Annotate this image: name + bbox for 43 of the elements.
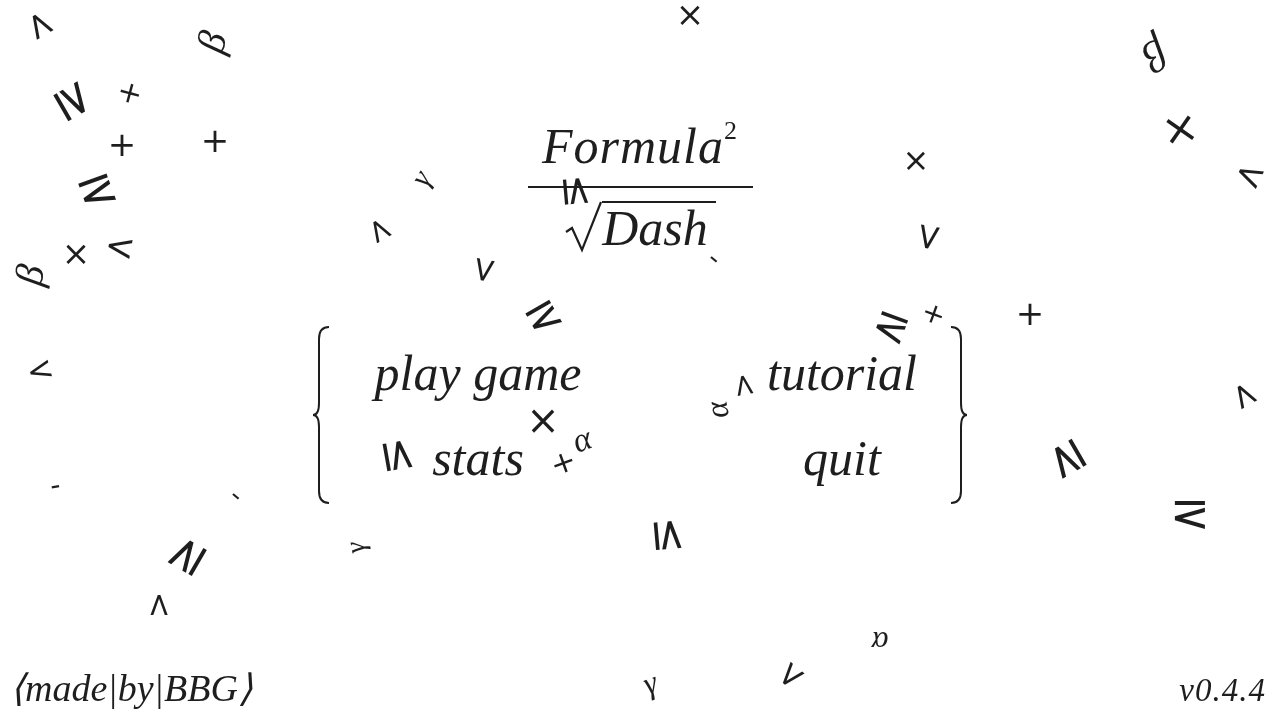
- math-symbol: ≥: [156, 526, 214, 584]
- math-symbol: <: [23, 352, 57, 388]
- math-symbol: γ: [639, 667, 661, 699]
- math-symbol: α: [871, 628, 889, 658]
- title-denominator: Dash: [602, 201, 716, 253]
- math-symbol: ≥: [1036, 431, 1094, 489]
- math-symbol: <: [18, 3, 62, 47]
- math-symbol: α: [568, 422, 596, 458]
- math-symbol: <: [1224, 375, 1266, 415]
- math-symbol: ×: [675, 0, 705, 30]
- math-symbol: ≥: [865, 305, 915, 355]
- math-symbol: γ: [405, 166, 435, 190]
- math-symbol: -: [225, 482, 249, 508]
- math-symbol: ×: [61, 237, 91, 269]
- math-symbol: γ: [341, 540, 369, 556]
- math-symbol: +: [107, 128, 137, 160]
- math-symbol: <: [1229, 153, 1271, 197]
- math-symbol: ×: [902, 145, 930, 175]
- math-symbol: β: [10, 262, 50, 288]
- math-symbol: ≤: [648, 514, 692, 556]
- math-symbol: <: [465, 253, 501, 287]
- math-symbol: β: [192, 27, 232, 57]
- math-symbol: ≥: [71, 166, 125, 222]
- math-symbol: ×: [1158, 105, 1202, 151]
- credit-text: ⟨made|by|BBG⟩: [10, 668, 253, 708]
- math-symbol: <: [769, 654, 811, 696]
- math-symbol: <: [145, 591, 175, 619]
- math-symbol: <: [909, 219, 947, 255]
- menu-button[interactable]: quit: [797, 427, 887, 488]
- math-symbol: +: [114, 75, 146, 109]
- math-symbol: ≥: [46, 71, 104, 129]
- math-symbol: ≤: [377, 433, 423, 477]
- math-symbol: +: [917, 298, 949, 330]
- math-symbol: <: [729, 370, 761, 400]
- math-symbol: <: [360, 211, 400, 249]
- math-symbol: +: [1015, 297, 1045, 329]
- math-symbol: α: [701, 399, 733, 421]
- title-numerator: Formula$^{2}$: [542, 121, 738, 171]
- math-symbol: ≥: [1169, 495, 1211, 539]
- math-symbol: -: [47, 471, 63, 499]
- math-symbol: +: [200, 124, 230, 156]
- version-label: v0.4.4: [1179, 672, 1266, 708]
- math-symbol: <: [102, 228, 138, 266]
